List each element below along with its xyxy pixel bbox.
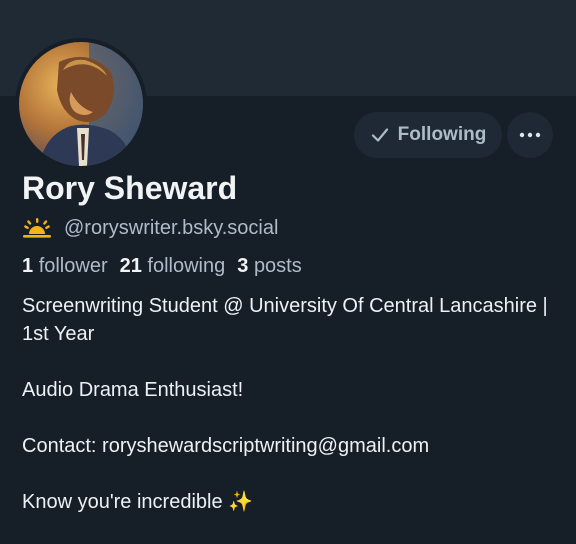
following-button-label: Following (397, 124, 487, 145)
bio-line: Screenwriting Student @ University Of Ce… (22, 295, 548, 345)
followers-link[interactable]: 1 follower (22, 255, 108, 278)
avatar-image (19, 42, 143, 166)
ellipsis-icon (519, 132, 541, 138)
handle[interactable]: @roryswriter.bsky.social (64, 217, 278, 240)
profile-stats: 1 follower 21 following 3 posts (22, 252, 314, 280)
following-count: 21 (119, 254, 142, 277)
posts-label: posts (253, 254, 302, 277)
posts-count: 3 (237, 254, 249, 277)
following-link[interactable]: 21 following (120, 255, 226, 278)
profile-bio: Screenwriting Student @ University Of Ce… (22, 292, 562, 544)
more-options-button[interactable] (507, 112, 553, 158)
handle-row: @roryswriter.bsky.social (22, 214, 278, 242)
display-name: Rory Sheward (22, 170, 238, 206)
followers-count: 1 (22, 254, 34, 277)
bio-line: Know you're incredible ✨ (22, 491, 254, 513)
following-button[interactable]: Following (354, 112, 502, 158)
bio-line: Audio Drama Enthusiast! (22, 379, 244, 401)
contact-email-link[interactable]: roryshewardscriptwriting@gmail.com (102, 435, 429, 457)
bio-line-contact: Contact: roryshewardscriptwriting@gmail.… (22, 432, 562, 460)
avatar[interactable] (15, 38, 147, 170)
following-label: following (147, 254, 226, 277)
checkmark-icon (371, 128, 388, 142)
posts-count-item: 3 posts (237, 255, 302, 278)
followers-label: follower (38, 254, 108, 277)
bio-contact-prefix: Contact: (22, 435, 103, 457)
sunrise-icon (23, 218, 51, 238)
